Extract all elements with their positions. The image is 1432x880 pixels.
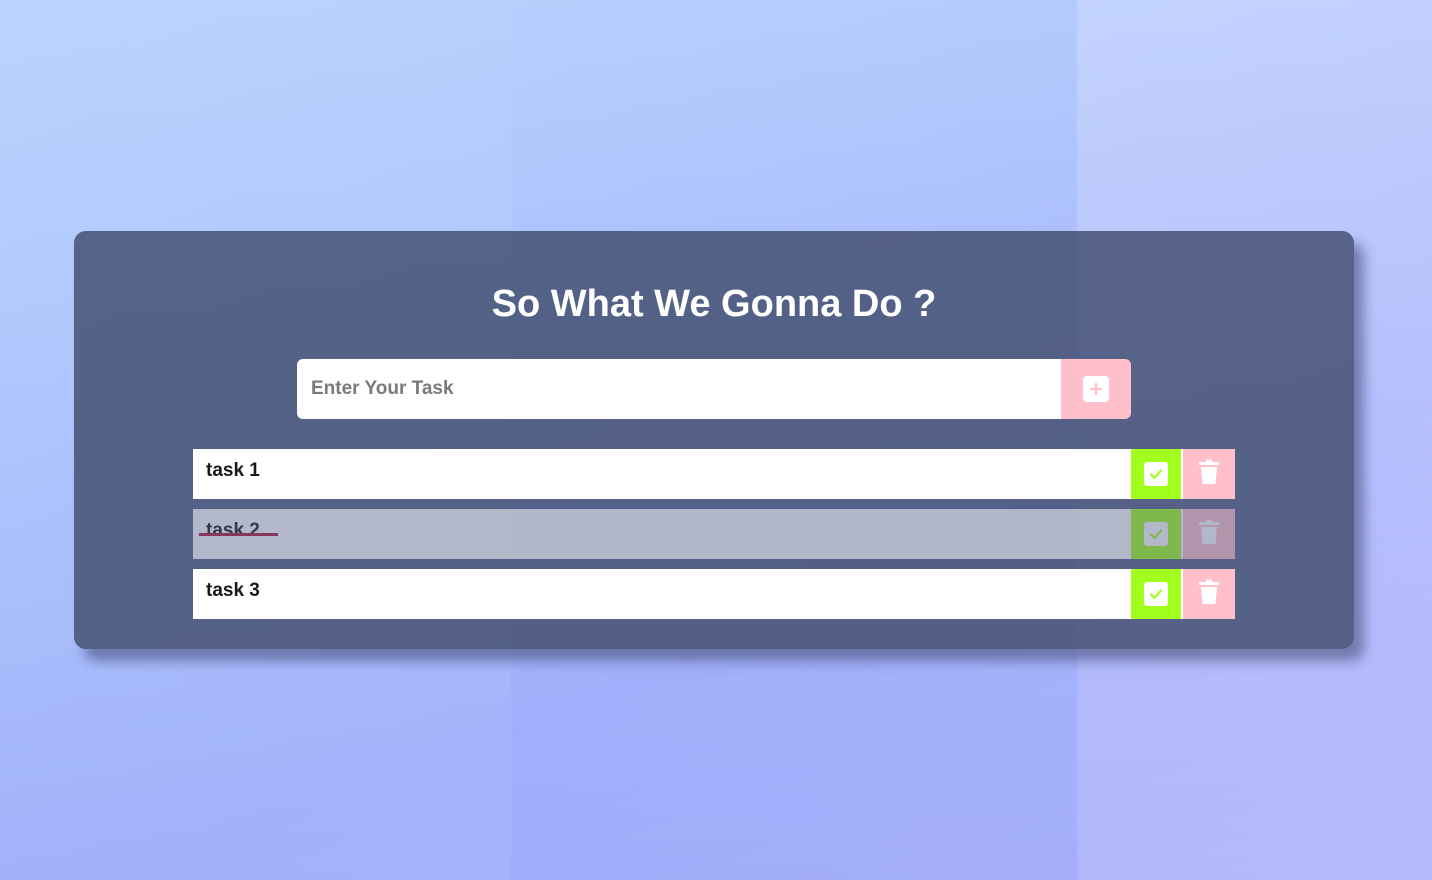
complete-task-button[interactable] [1131, 509, 1181, 559]
task-row: task 3 [193, 569, 1235, 619]
trash-icon [1198, 519, 1220, 550]
task-list: task 1 task 2 task 3 [193, 449, 1235, 629]
complete-task-button[interactable] [1131, 449, 1181, 499]
todo-panel: So What We Gonna Do ? task 1 [74, 231, 1354, 649]
delete-task-button[interactable] [1183, 509, 1235, 559]
delete-task-button[interactable] [1183, 569, 1235, 619]
plus-icon [1083, 376, 1109, 402]
task-label: task 3 [206, 580, 260, 601]
delete-task-button[interactable] [1183, 449, 1235, 499]
page-title: So What We Gonna Do ? [491, 283, 937, 325]
add-task-button[interactable] [1061, 359, 1131, 419]
check-icon [1144, 582, 1168, 606]
task-label: task 1 [206, 460, 260, 481]
task-label: task 2 [193, 509, 1131, 559]
task-row: task 1 [193, 449, 1235, 499]
trash-icon [1198, 579, 1220, 610]
check-icon [1144, 522, 1168, 546]
task-row-completed: task 2 [193, 509, 1235, 559]
task-input[interactable] [297, 359, 1061, 419]
new-task-form [297, 359, 1131, 419]
trash-icon [1198, 459, 1220, 490]
check-icon [1144, 462, 1168, 486]
complete-task-button[interactable] [1131, 569, 1181, 619]
